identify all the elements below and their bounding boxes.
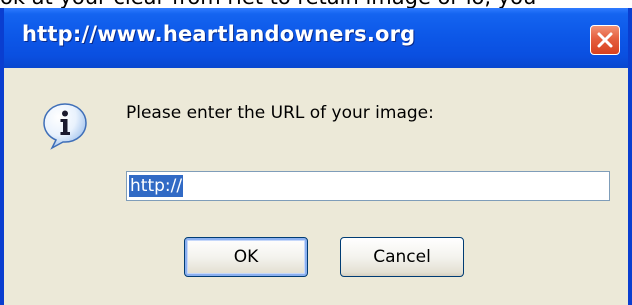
prompt-dialog: http://www.heartlandowners.org Please en…	[0, 8, 632, 305]
url-input[interactable]	[126, 171, 610, 201]
page: ok at your clear from rlet to retain ima…	[0, 0, 632, 305]
cancel-button[interactable]: Cancel	[340, 237, 464, 277]
ok-button[interactable]: OK	[184, 237, 308, 277]
close-button[interactable]	[590, 25, 620, 55]
close-icon	[597, 32, 613, 48]
dialog-body: Please enter the URL of your image: http…	[4, 68, 628, 305]
dialog-titlebar[interactable]: http://www.heartlandowners.org	[4, 8, 628, 68]
info-icon	[43, 103, 87, 150]
dialog-title: http://www.heartlandowners.org	[22, 22, 416, 46]
dialog-message: Please enter the URL of your image:	[126, 103, 434, 123]
